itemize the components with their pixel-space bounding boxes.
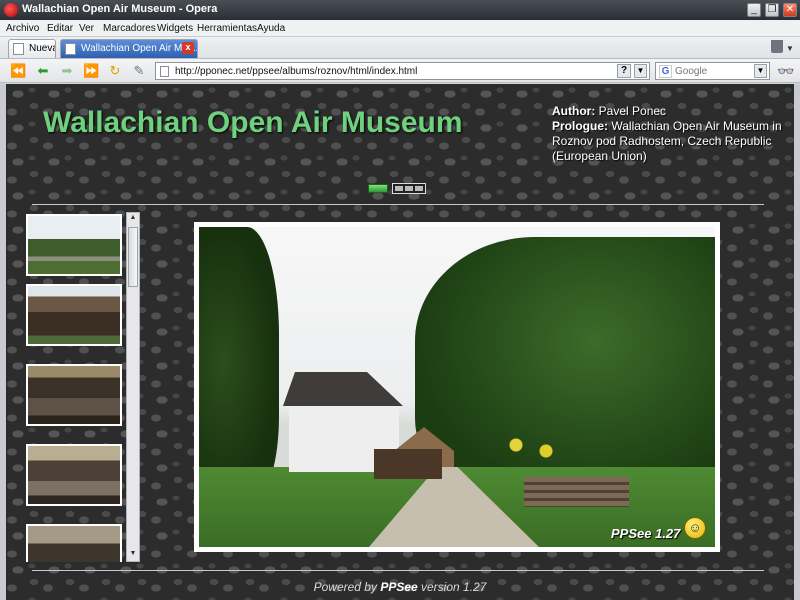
thumbnail-5[interactable] bbox=[26, 524, 122, 562]
divider-bottom bbox=[32, 570, 764, 571]
tab-label: Nueva bbox=[29, 43, 56, 54]
maximize-button[interactable]: ❐ bbox=[765, 3, 779, 17]
help-button[interactable]: ? bbox=[617, 64, 631, 78]
window-border-right bbox=[794, 84, 800, 600]
rewind-icon[interactable]: ⏪ bbox=[10, 63, 26, 79]
close-tab-icon[interactable]: x bbox=[182, 42, 194, 54]
author-label: Author: bbox=[552, 104, 596, 118]
thumbnail-scrollbar[interactable]: ▲ ▼ bbox=[126, 212, 140, 562]
menu-bar: Archivo Editar Ver Marcadores Widgets He… bbox=[0, 20, 800, 37]
address-dropdown-button[interactable]: ▼ bbox=[634, 64, 647, 78]
scroll-down-icon[interactable]: ▼ bbox=[128, 550, 138, 560]
menu-item-marcadores[interactable]: Marcadores bbox=[103, 23, 156, 34]
thumbnail-1[interactable] bbox=[26, 214, 122, 276]
photo-watermark: PPSee 1.27 bbox=[611, 526, 681, 541]
back-icon[interactable]: ⬅ bbox=[35, 63, 51, 79]
footer-brand-link[interactable]: PPSee bbox=[380, 580, 417, 594]
page-icon bbox=[65, 43, 76, 55]
photo-flowers bbox=[504, 427, 564, 487]
tab-bar: Nueva Wallachian Open Air Mus... x bbox=[0, 37, 800, 59]
glasses-icon[interactable]: 👓 bbox=[777, 63, 794, 80]
thumbnail-2[interactable] bbox=[26, 284, 122, 346]
menu-item-ayuda[interactable]: Ayuda bbox=[257, 23, 285, 34]
author-value: Pavel Ponec bbox=[598, 104, 667, 118]
page-icon bbox=[160, 66, 169, 77]
minimize-button[interactable]: _ bbox=[747, 3, 761, 17]
tab-wallachian[interactable]: Wallachian Open Air Mus... x bbox=[60, 39, 198, 58]
slideshow-button[interactable] bbox=[368, 184, 388, 193]
thumbnail-4[interactable] bbox=[26, 444, 122, 506]
prologue-label: Prologue: bbox=[552, 119, 608, 133]
page-footer: Powered by PPSee version 1.27 bbox=[6, 580, 794, 594]
tab-label: Wallachian Open Air Mus... bbox=[81, 43, 198, 54]
menu-item-herramientas[interactable]: Herramientas bbox=[197, 23, 257, 34]
filmstrip-icon[interactable] bbox=[392, 183, 426, 194]
menu-item-archivo[interactable]: Archivo bbox=[6, 23, 39, 34]
wand-icon[interactable]: ✎ bbox=[131, 63, 147, 79]
search-box[interactable]: G ▼ bbox=[655, 62, 770, 80]
page-title: Wallachian Open Air Museum bbox=[43, 106, 463, 139]
address-bar[interactable]: http://pponec.net/ppsee/albums/roznov/ht… bbox=[155, 62, 650, 80]
thumbnail-3[interactable] bbox=[26, 364, 122, 426]
page-icon bbox=[13, 43, 24, 55]
main-photo[interactable]: PPSee 1.27 ☺ bbox=[199, 227, 715, 547]
main-photo-frame: PPSee 1.27 ☺ bbox=[194, 222, 720, 552]
google-icon: G bbox=[659, 65, 672, 78]
tab-nueva[interactable]: Nueva bbox=[8, 39, 56, 58]
forward-icon[interactable]: ➡ bbox=[59, 63, 75, 79]
thumbnail-list bbox=[24, 212, 140, 562]
divider-top bbox=[32, 204, 764, 205]
scroll-thumb[interactable] bbox=[128, 227, 138, 287]
page-content: Wallachian Open Air Museum Author: Pavel… bbox=[6, 84, 794, 600]
menu-item-widgets[interactable]: Widgets bbox=[157, 23, 193, 34]
search-input[interactable] bbox=[675, 64, 751, 78]
close-button[interactable]: ✕ bbox=[783, 3, 797, 17]
scroll-up-icon[interactable]: ▲ bbox=[128, 214, 138, 224]
trash-icon[interactable] bbox=[771, 40, 783, 53]
photo-barn bbox=[374, 449, 442, 479]
footer-suffix: version 1.27 bbox=[417, 580, 487, 594]
chevron-down-icon[interactable]: ▼ bbox=[786, 44, 794, 53]
album-meta: Author: Pavel Ponec Prologue: Wallachian… bbox=[552, 104, 788, 164]
address-url[interactable]: http://pponec.net/ppsee/albums/roznov/ht… bbox=[175, 66, 417, 77]
window-title: Wallachian Open Air Museum - Opera bbox=[22, 3, 218, 15]
search-dropdown-button[interactable]: ▼ bbox=[754, 64, 767, 78]
smiley-icon[interactable]: ☺ bbox=[684, 517, 706, 539]
window-titlebar: Wallachian Open Air Museum - Opera _ ❐ ✕ bbox=[0, 0, 800, 20]
reload-icon[interactable]: ↻ bbox=[107, 63, 123, 79]
fast-forward-icon[interactable]: ⏩ bbox=[83, 63, 99, 79]
opera-logo-icon bbox=[4, 3, 18, 17]
footer-prefix: Powered by bbox=[313, 580, 381, 594]
photo-trees-right bbox=[415, 237, 715, 497]
menu-item-editar[interactable]: Editar bbox=[47, 23, 73, 34]
menu-item-ver[interactable]: Ver bbox=[79, 23, 94, 34]
photo-trees-left bbox=[199, 227, 279, 497]
navigation-toolbar: ⏪ ⬅ ➡ ⏩ ↻ ✎ http://pponec.net/ppsee/albu… bbox=[0, 59, 800, 83]
